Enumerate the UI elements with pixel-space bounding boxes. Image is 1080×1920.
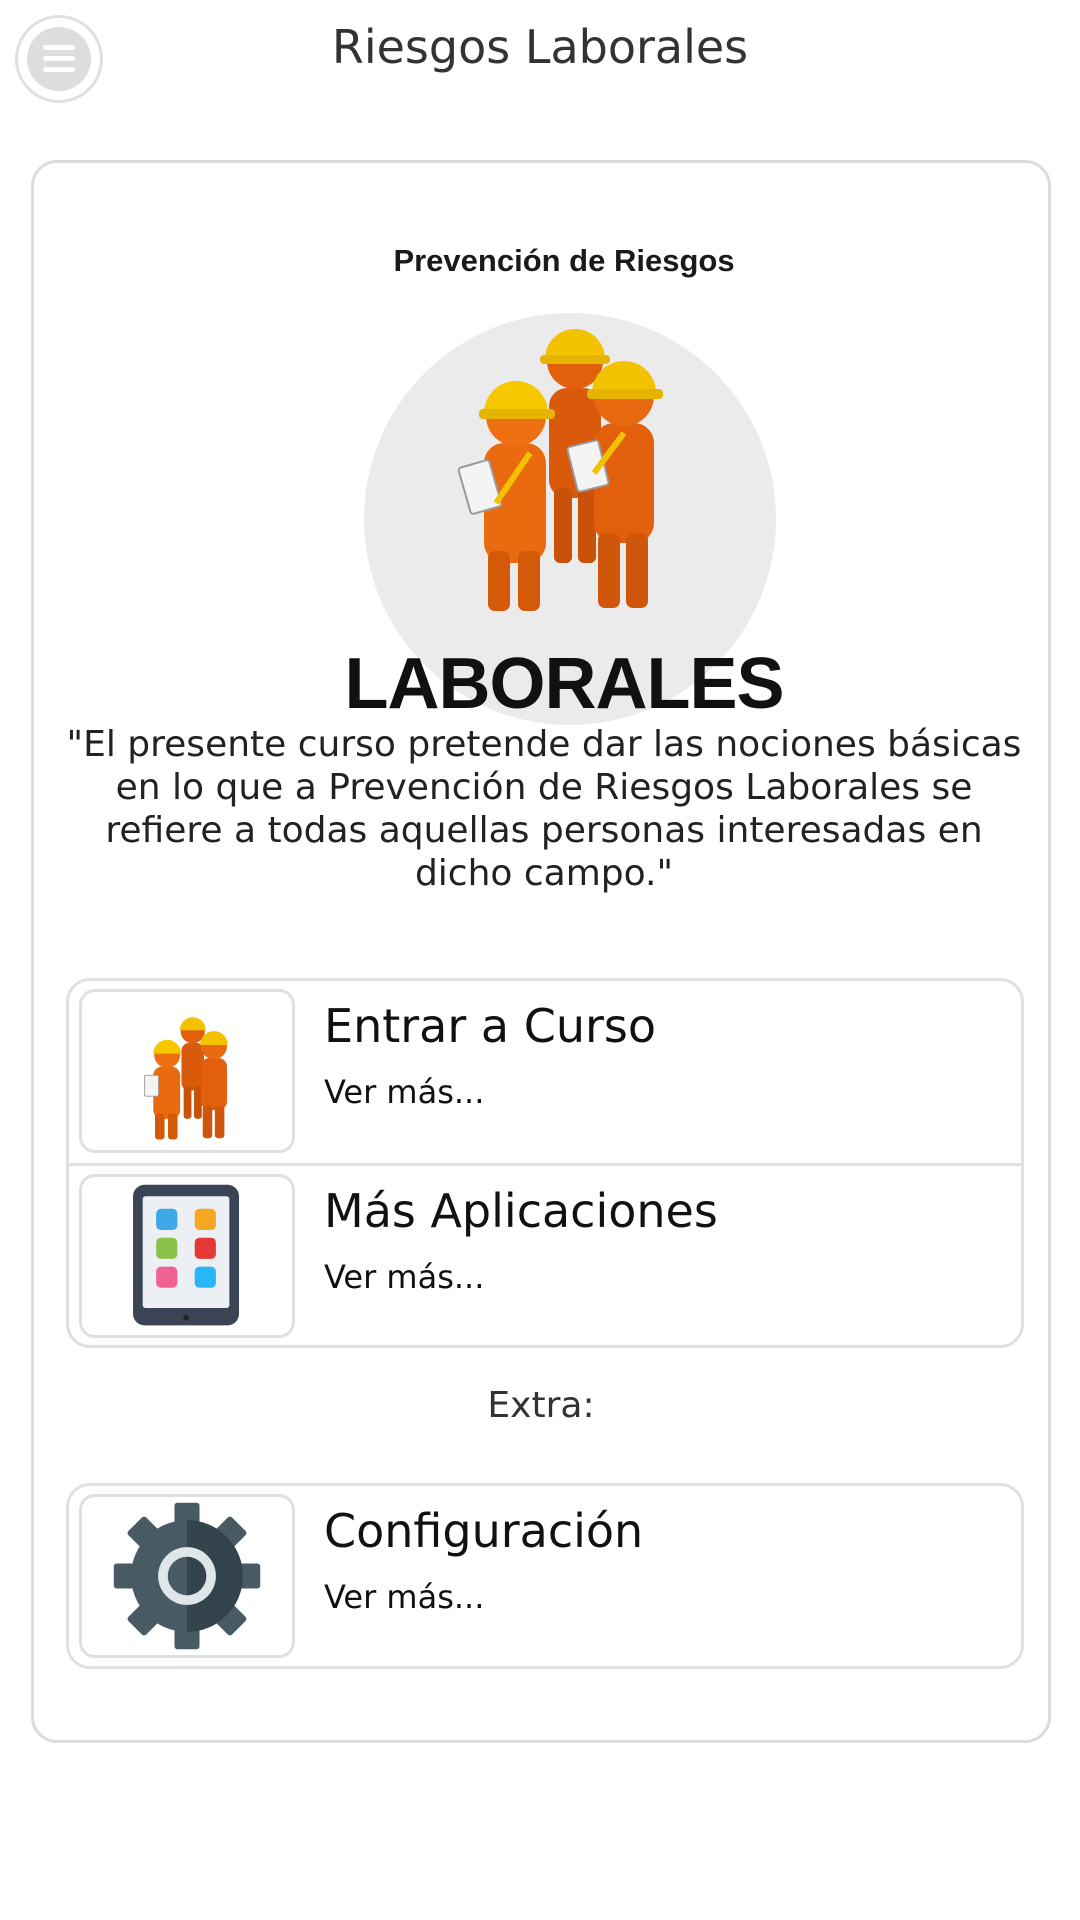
- item-subtitle: Ver más...: [324, 1073, 485, 1111]
- extra-menu-list: Configuración Ver más...: [66, 1483, 1024, 1669]
- item-subtitle: Ver más...: [324, 1578, 485, 1616]
- page-title: Riesgos Laborales: [331, 20, 749, 74]
- logo-bottom-text: LABORALES: [344, 644, 785, 724]
- main-card: Prevención de Riesgos LABORALES "El pres…: [31, 160, 1051, 1743]
- item-title: Configuración: [324, 1504, 644, 1558]
- course-logo: Prevención de Riesgos LABORALES: [345, 243, 785, 725]
- extra-section-label: Extra:: [487, 1385, 595, 1426]
- logo-top-text: Prevención de Riesgos: [393, 243, 735, 278]
- list-item-mas-aplicaciones[interactable]: Más Aplicaciones Ver más...: [69, 1163, 1021, 1345]
- workers-hardhat-icon: [457, 329, 663, 611]
- list-item-entrar-curso[interactable]: Entrar a Curso Ver más...: [69, 981, 1021, 1163]
- item-title: Entrar a Curso: [324, 999, 656, 1053]
- gear-icon: [79, 1494, 295, 1658]
- course-description: "El presente curso pretende dar las noci…: [66, 724, 1022, 894]
- app-header: Riesgos Laborales: [0, 0, 1080, 108]
- item-subtitle: Ver más...: [324, 1258, 485, 1296]
- main-menu-list: Entrar a Curso Ver más... Más Aplicacion…: [66, 978, 1024, 1348]
- item-title: Más Aplicaciones: [324, 1184, 718, 1238]
- list-item-configuracion[interactable]: Configuración Ver más...: [69, 1486, 1021, 1666]
- workers-icon: [79, 989, 295, 1153]
- tablet-apps-icon: [79, 1174, 295, 1338]
